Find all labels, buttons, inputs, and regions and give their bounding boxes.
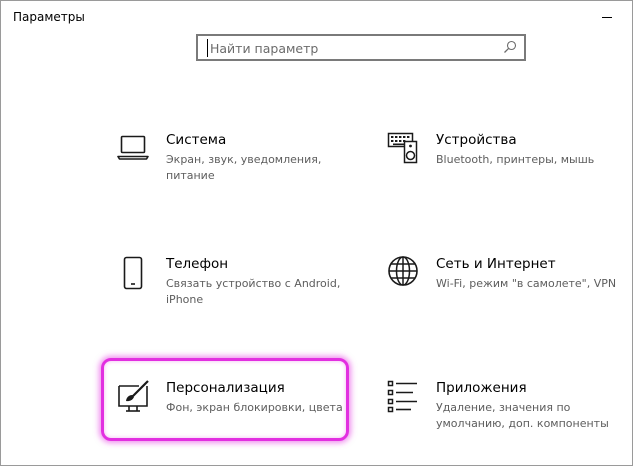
laptop-icon bbox=[117, 135, 149, 160]
tile-apps[interactable]: Приложения Удаление, значения по умолчан… bbox=[387, 380, 632, 450]
globe-icon bbox=[388, 256, 418, 286]
title-bar: Параметры bbox=[1, 1, 632, 33]
tile-title: Приложения bbox=[436, 380, 527, 396]
tile-phone[interactable]: Телефон Связать устройство с Android, iP… bbox=[117, 256, 367, 326]
minimize-button[interactable] bbox=[597, 9, 619, 25]
window-title: Параметры bbox=[13, 10, 85, 24]
settings-window: Параметры Система Экран, звук, уведомлен… bbox=[0, 0, 633, 466]
search-input[interactable] bbox=[207, 39, 500, 57]
search-box[interactable] bbox=[196, 34, 526, 61]
tile-title: Система bbox=[166, 132, 227, 148]
apps-list-icon bbox=[387, 380, 417, 413]
highlight-box bbox=[101, 358, 349, 441]
tile-title: Устройства bbox=[436, 132, 517, 148]
tile-title: Телефон bbox=[166, 256, 229, 272]
tile-network[interactable]: Сеть и Интернет Wi-Fi, режим "в самолете… bbox=[387, 256, 632, 326]
tile-description: Экран, звук, уведомления, питание bbox=[166, 153, 322, 182]
tile-description: Bluetooth, принтеры, мышь bbox=[436, 153, 595, 166]
tile-description: Удаление, значения по умолчанию, доп. ко… bbox=[436, 401, 609, 430]
tile-description: Связать устройство с Android, iPhone bbox=[166, 277, 341, 306]
tile-system[interactable]: Система Экран, звук, уведомления, питани… bbox=[117, 132, 367, 202]
tile-devices[interactable]: Устройства Bluetooth, принтеры, мышь bbox=[387, 132, 632, 202]
devices-icon bbox=[387, 132, 418, 164]
tile-description: Wi-Fi, режим "в самолете", VPN bbox=[436, 277, 617, 290]
phone-icon bbox=[123, 256, 143, 290]
tile-title: Сеть и Интернет bbox=[436, 256, 556, 272]
search-icon[interactable] bbox=[503, 40, 517, 54]
